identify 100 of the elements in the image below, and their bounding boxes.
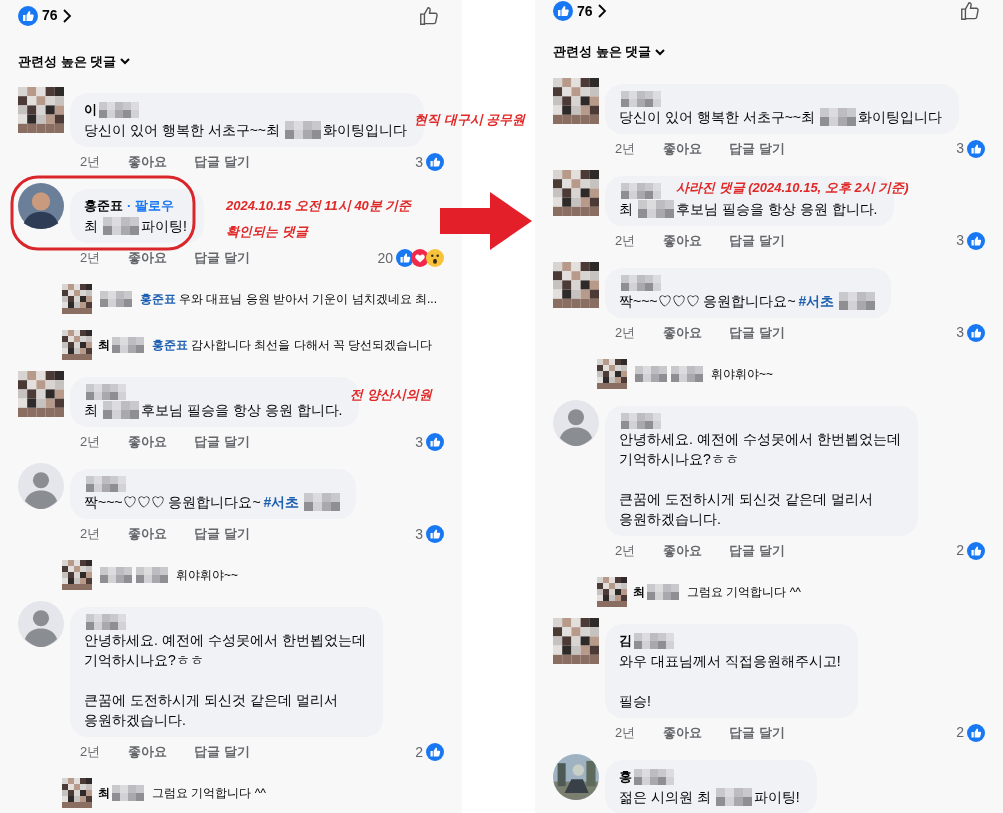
like-link[interactable]: 좋아요 [128, 524, 194, 544]
reply-link[interactable]: 답글 달기 [194, 248, 250, 268]
like-link[interactable]: 좋아요 [128, 742, 194, 762]
reaction-count: 20 [377, 248, 393, 268]
blurred-name [86, 384, 126, 400]
thumbs-up-icon[interactable] [418, 4, 440, 27]
hashtag-link[interactable]: 홍준표 [152, 336, 188, 354]
reaction-count: 3 [956, 231, 964, 250]
like-icon [967, 323, 985, 342]
like-count[interactable]: 76 [577, 0, 593, 22]
blurred-name [820, 107, 857, 126]
like-count[interactable]: 76 [42, 5, 58, 27]
blurred-avatar [597, 358, 627, 389]
follow-link[interactable]: · 팔로우 [127, 196, 174, 216]
commenter-name[interactable]: 홍준표 [84, 196, 123, 216]
reply-link[interactable]: 답글 달기 [729, 230, 785, 251]
chevron-right-icon[interactable] [61, 7, 72, 24]
sort-dropdown[interactable]: 관련성 높은 댓글 [553, 42, 652, 62]
blurred-name [136, 567, 168, 583]
blurred-name [86, 476, 126, 492]
commenter-name[interactable]: 최 [633, 582, 645, 601]
comment-text: 와우 대표님께서 직접응원해주시고! [619, 651, 841, 671]
reply-link[interactable]: 답글 달기 [194, 742, 250, 762]
blurred-name [671, 365, 703, 382]
blurred-name [99, 102, 139, 118]
blurred-avatar [62, 330, 92, 360]
like-icon [967, 231, 985, 250]
hashtag-link[interactable]: 홍준표 [140, 290, 176, 308]
reaction-count: 3 [956, 323, 964, 342]
blurred-name [634, 632, 674, 649]
chevron-right-icon[interactable] [596, 3, 607, 19]
like-link[interactable]: 좋아요 [663, 230, 729, 251]
blurred-name [103, 217, 139, 235]
like-link[interactable]: 좋아요 [663, 138, 729, 159]
commenter-name[interactable]: 홍 [619, 766, 632, 787]
comment-text: 후보님 필승을 항상 응원 합니다. [141, 401, 343, 420]
blurred-avatar [553, 169, 599, 216]
comment-text: 큰꿈에 도전하시게 되신것 같은데 멀리서 [619, 489, 873, 509]
reply-link[interactable]: 답글 달기 [729, 322, 785, 343]
like-link[interactable]: 좋아요 [663, 722, 729, 743]
blurred-avatar [553, 77, 599, 124]
chevron-down-icon[interactable] [655, 47, 666, 56]
like-icon [967, 139, 985, 158]
thumbs-up-icon[interactable] [959, 0, 981, 22]
comment-text: 기억하시나요?ㅎㅎ [84, 651, 204, 670]
blurred-avatar [62, 284, 92, 314]
like-icon [426, 153, 444, 171]
reply-link[interactable]: 답글 달기 [729, 540, 785, 561]
like-link[interactable]: 좋아요 [128, 248, 194, 268]
commenter-name[interactable]: 최 [98, 336, 110, 354]
commenter-name[interactable]: 김 [619, 630, 632, 651]
blurred-name [638, 199, 674, 218]
comment-text: 휘야휘야~~ [176, 567, 238, 584]
avatar [18, 183, 64, 229]
blurred-name [100, 291, 132, 307]
reply-link[interactable]: 답글 달기 [729, 138, 785, 159]
reply-link[interactable]: 답글 달기 [194, 432, 250, 452]
blurred-name [304, 493, 341, 511]
blurred-name [839, 291, 876, 310]
like-link[interactable]: 좋아요 [663, 540, 729, 561]
blurred-name [621, 274, 661, 291]
comment-time: 2년 [80, 525, 102, 544]
comment-text: 안녕하세요. 예전에 수성못에서 한번뵙었는데 [84, 631, 366, 650]
like-link[interactable]: 좋아요 [128, 432, 194, 452]
like-link[interactable]: 좋아요 [663, 322, 729, 343]
blurred-name [86, 614, 126, 630]
blurred-name [634, 768, 674, 785]
blurred-name [621, 90, 661, 107]
wow-face-icon [426, 249, 444, 267]
sort-dropdown[interactable]: 관련성 높은 댓글 [18, 51, 117, 71]
avatar-icon [553, 399, 599, 446]
blurred-avatar [597, 576, 627, 607]
comment-time: 2년 [615, 723, 637, 742]
comment-text: 감사합니다 최선을 다해서 꼭 당선되겠습니다 [191, 337, 433, 354]
chevron-down-icon[interactable] [120, 57, 131, 66]
blurred-avatar [553, 617, 599, 664]
blurred-avatar [553, 261, 599, 308]
reaction-count: 3 [415, 524, 423, 544]
comment-text: 그럼요 기억합니다 ^^ [687, 583, 801, 601]
comment-time: 2년 [615, 139, 637, 158]
reaction-count: 2 [415, 742, 423, 762]
blurred-name [112, 337, 144, 353]
comment-text: 휘야휘야~~ [711, 365, 773, 383]
comment-text: 그럼요 기억합니다 ^^ [152, 785, 266, 802]
commenter-name[interactable]: 최 [98, 784, 110, 802]
reply-link[interactable]: 답글 달기 [729, 722, 785, 743]
like-link[interactable]: 좋아요 [128, 152, 194, 172]
hashtag-link[interactable]: #서초 [263, 492, 300, 512]
blurred-name [621, 182, 661, 199]
comment-text: 파이팅! [753, 787, 800, 807]
blurred-name [647, 583, 679, 600]
reply-link[interactable]: 답글 달기 [194, 152, 250, 172]
reply-link[interactable]: 답글 달기 [194, 524, 250, 544]
blurred-name [112, 785, 144, 801]
hashtag-link[interactable]: #서초 [798, 290, 835, 311]
blurred-name [635, 365, 667, 382]
commenter-name[interactable]: 이 [84, 100, 97, 120]
annotation-note: 2024.10.15 오전 11시 40분 기준 [226, 197, 412, 215]
like-icon [967, 723, 985, 742]
comment-text: 최 [84, 217, 98, 236]
